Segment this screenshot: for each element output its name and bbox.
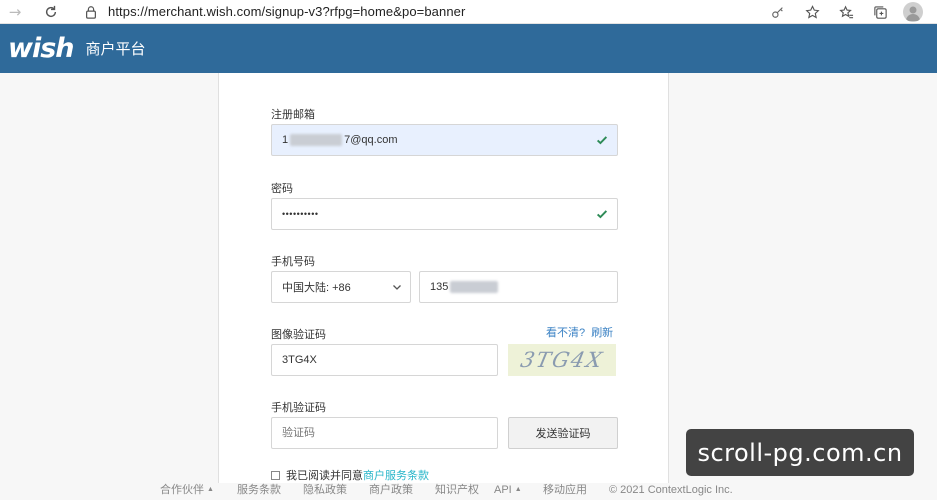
page-footer: 合作伙伴 ▲ 服务条款 隐私政策 商户政策 知识产权 API ▲ 移动应用 © 20… (0, 483, 937, 500)
key-icon[interactable] (767, 1, 789, 23)
password-label: 密码 (271, 183, 293, 195)
image-captcha-label: 图像验证码 (271, 329, 326, 341)
footer-link-privacy[interactable]: 隐私政策 (303, 483, 347, 497)
send-code-button[interactable]: 发送验证码 (508, 417, 618, 449)
footer-link-merchant-policy[interactable]: 商户政策 (369, 483, 413, 497)
copyright: © 2021 ContextLogic Inc. (609, 484, 733, 496)
email-label: 注册邮箱 (271, 109, 315, 121)
platform-title: 商户平台 (85, 41, 146, 58)
check-icon (596, 210, 608, 219)
sms-code-label: 手机验证码 (271, 402, 326, 414)
footer-link-partners[interactable]: 合作伙伴 ▲ (160, 483, 214, 497)
star-add-icon[interactable] (801, 1, 823, 23)
footer-link-mobile[interactable]: 移动应用 (543, 483, 587, 497)
profile-avatar-icon[interactable] (903, 2, 923, 22)
address-bar[interactable]: https://merchant.wish.com/signup-v3?rfpg… (74, 1, 822, 23)
password-field[interactable]: •••••••••• (271, 198, 618, 230)
footer-link-api[interactable]: API ▲ (494, 483, 522, 497)
check-icon (596, 136, 608, 145)
watermark: scroll-pg.com.cn (686, 429, 914, 476)
reload-icon[interactable] (40, 1, 62, 23)
collections-icon[interactable] (869, 1, 891, 23)
redacted-blur (290, 134, 343, 146)
redacted-blur (450, 281, 499, 293)
sms-code-input[interactable] (271, 417, 498, 449)
phone-label: 手机号码 (271, 256, 315, 268)
url-text: https://merchant.wish.com/signup-v3?rfpg… (108, 4, 466, 19)
footer-link-terms[interactable]: 服务条款 (237, 483, 281, 497)
terms-link[interactable]: 商户服务条款 (363, 468, 429, 482)
country-code-select[interactable]: 中国大陆: +86 (271, 271, 411, 303)
favorites-icon[interactable] (835, 1, 857, 23)
app-header: wish 商户平台 (0, 24, 937, 73)
phone-number-field[interactable]: 135 (419, 271, 618, 303)
footer-link-ip[interactable]: 知识产权 (435, 483, 479, 497)
email-field[interactable]: 1 7@qq.com (271, 124, 618, 156)
wish-logo[interactable]: wish (8, 33, 74, 64)
image-captcha-input[interactable]: 3TG4X (271, 344, 498, 376)
back-arrow-icon[interactable]: → (4, 1, 26, 23)
captcha-image[interactable]: 3TG4X (508, 344, 616, 376)
agreement-row: 我已阅读并同意 商户服务条款 (271, 468, 429, 482)
lock-icon (86, 5, 96, 19)
signup-form-card: 注册邮箱 1 7@qq.com 密码 •••••••••• 手机号码 中国大陆:… (218, 73, 669, 483)
agree-checkbox[interactable] (271, 470, 280, 480)
refresh-link[interactable]: 刷新 (591, 327, 613, 339)
browser-toolbar: → https://merchant.wish.com/signup-v3?rf… (0, 0, 937, 24)
captcha-links: 看不清? 刷新 (546, 324, 613, 340)
cant-see-link[interactable]: 看不清? (546, 327, 585, 339)
chevron-down-icon (393, 285, 401, 290)
